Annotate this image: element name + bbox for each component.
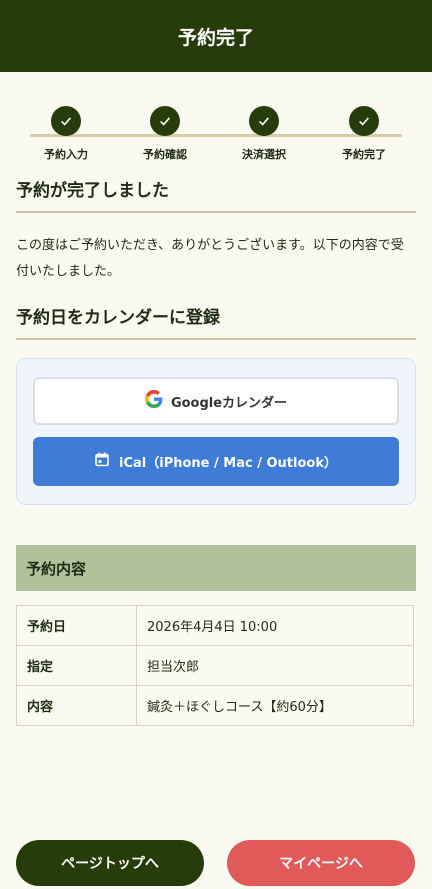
ical-button[interactable]: iCal（iPhone / Mac / Outlook） bbox=[33, 437, 399, 486]
row-label: 予約日 bbox=[16, 605, 137, 646]
step-payment: 決済選択 bbox=[219, 106, 309, 162]
check-icon bbox=[349, 106, 379, 136]
step-confirm: 予約確認 bbox=[120, 106, 210, 162]
calendar-icon bbox=[95, 452, 109, 471]
table-row: 内容 鍼灸＋ほぐしコース【約60分】 bbox=[16, 685, 414, 726]
check-icon bbox=[249, 106, 279, 136]
mypage-button[interactable]: マイページへ bbox=[227, 840, 415, 886]
table-row: 指定 担当次郎 bbox=[16, 645, 414, 686]
table-row: 予約日 2026年4月4日 10:00 bbox=[16, 605, 414, 646]
page-top-button[interactable]: ページトップへ bbox=[16, 840, 204, 886]
google-calendar-button[interactable]: Googleカレンダー bbox=[33, 377, 399, 425]
ical-label: iCal（iPhone / Mac / Outlook） bbox=[119, 456, 337, 471]
step-input: 予約入力 bbox=[21, 106, 111, 162]
step-label: 決済選択 bbox=[242, 148, 286, 161]
check-icon bbox=[150, 106, 180, 136]
google-calendar-label: Googleカレンダー bbox=[170, 395, 288, 411]
row-value: 担当次郎 bbox=[136, 645, 414, 686]
row-value: 2026年4月4日 10:00 bbox=[136, 605, 414, 646]
row-label: 内容 bbox=[16, 685, 137, 726]
page-header: 予約完了 bbox=[0, 0, 432, 72]
calendar-title: 予約日をカレンダーに登録 bbox=[16, 303, 416, 340]
check-icon bbox=[51, 106, 81, 136]
page-title: 予約完了 bbox=[177, 26, 254, 49]
step-label: 予約完了 bbox=[342, 148, 386, 161]
details-title: 予約内容 bbox=[16, 545, 416, 591]
step-label: 予約確認 bbox=[143, 148, 187, 161]
completion-message: この度はご予約いただき、ありがとうございます。以下の内容で受付いたしました。 bbox=[16, 238, 404, 279]
row-label: 指定 bbox=[16, 645, 137, 686]
step-complete: 予約完了 bbox=[319, 106, 409, 162]
calendar-box: Googleカレンダー iCal（iPhone / Mac / Outlook） bbox=[16, 358, 416, 505]
row-value: 鍼灸＋ほぐしコース【約60分】 bbox=[136, 685, 414, 726]
completion-title: 予約が完了しました bbox=[16, 176, 416, 213]
google-icon bbox=[144, 390, 163, 412]
details-table: 予約日 2026年4月4日 10:00 指定 担当次郎 内容 鍼灸＋ほぐしコース… bbox=[16, 605, 414, 726]
step-label: 予約入力 bbox=[44, 148, 88, 161]
progress-steps: 予約入力 予約確認 決済選択 予約完了 bbox=[16, 106, 416, 166]
